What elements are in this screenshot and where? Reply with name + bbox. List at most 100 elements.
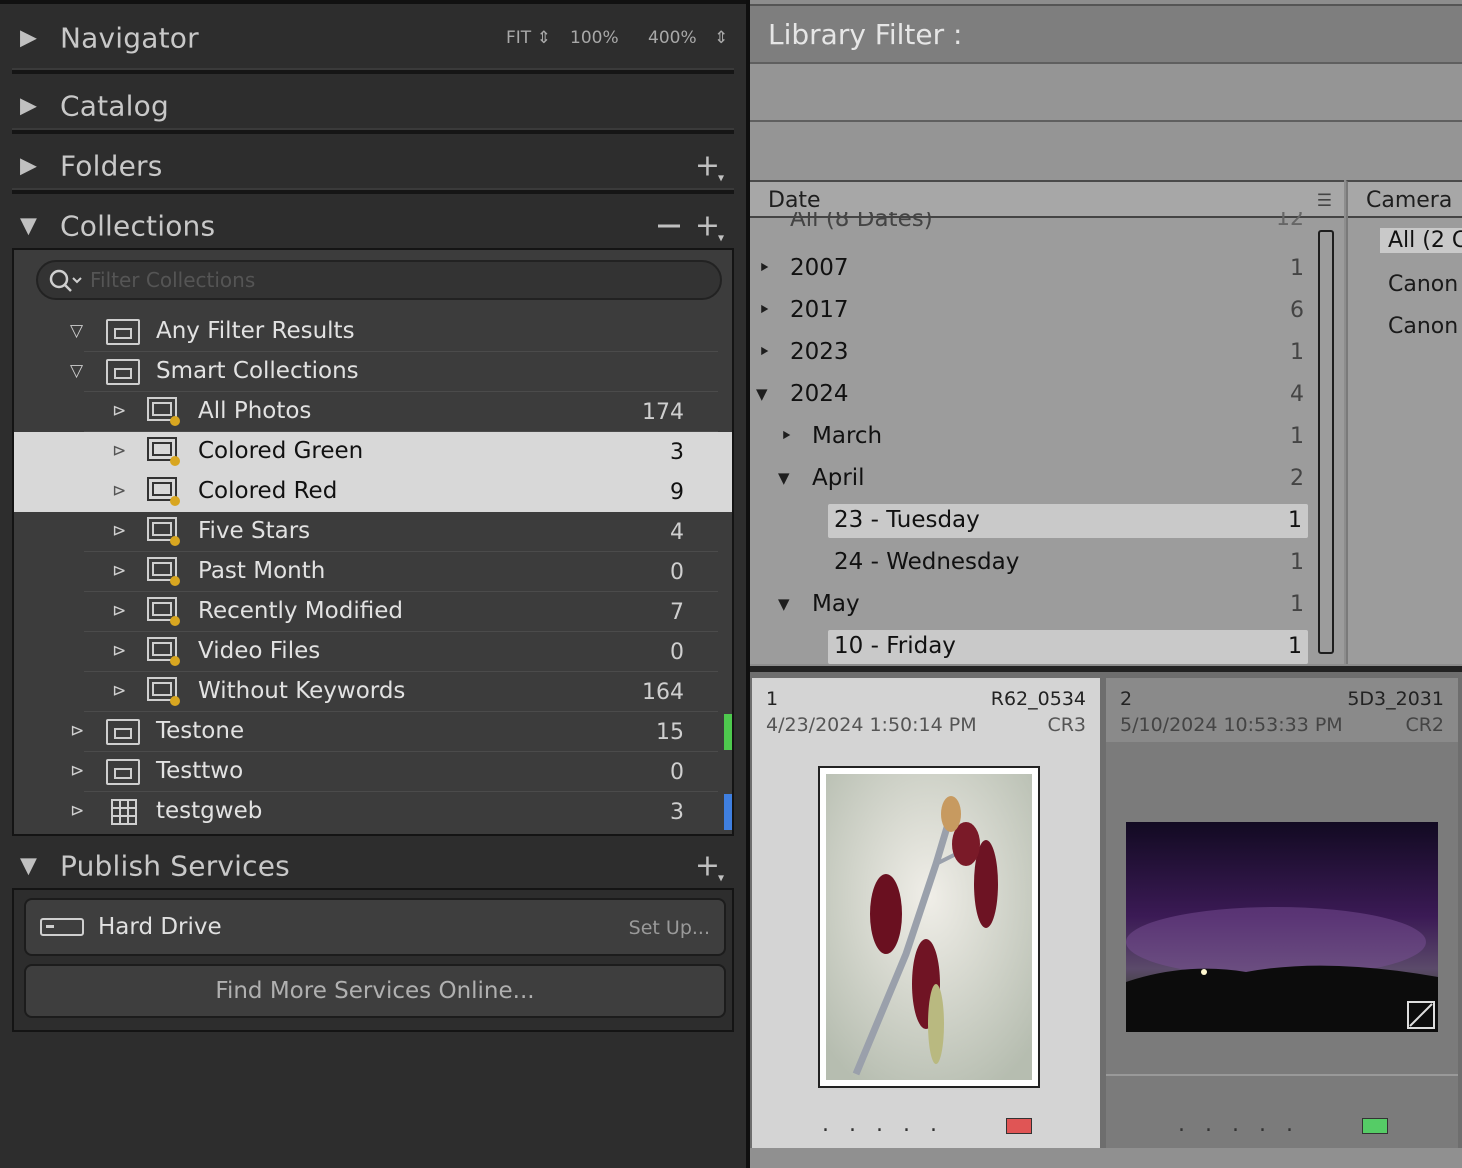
collection-testtwo[interactable]: ⊳ Testtwo 0 <box>14 752 732 792</box>
navigator-header[interactable]: ▶ Navigator FIT ⇕ 100% 400% ⇕ <box>0 8 746 68</box>
add-folder-icon[interactable]: +▾ <box>695 149 726 185</box>
collapse-triangle-icon[interactable]: ▼ <box>756 385 768 403</box>
catalog-header[interactable]: ▶ Catalog <box>0 76 746 136</box>
collection-label: Testtwo <box>156 758 244 784</box>
grid-cell-1[interactable]: 1 R62_0534 4/23/2024 1:50:14 PM CR3 ....… <box>752 678 1100 1154</box>
search-icon[interactable] <box>46 266 82 296</box>
filter-collections-input[interactable]: Filter Collections <box>36 260 722 300</box>
collections-title: Collections <box>60 209 216 243</box>
camera-column-header[interactable]: Camera <box>1348 182 1462 218</box>
zoom-400-option[interactable]: 400% <box>648 28 697 48</box>
collection-icon <box>106 719 140 745</box>
expand-triangle-icon[interactable]: ⊳ <box>112 681 126 701</box>
cell-index: 1 <box>766 688 779 710</box>
smart-collection-recently-modified[interactable]: ⊳ Recently Modified 7 <box>14 592 732 632</box>
expand-triangle-icon[interactable]: ▶ <box>20 26 37 51</box>
set-up-button[interactable]: Set Up... <box>629 917 710 939</box>
add-collection-icon[interactable]: +▾ <box>695 209 726 245</box>
collection-testone[interactable]: ⊳ Testone 15 <box>14 712 732 752</box>
camera-item[interactable]: Canon <box>1388 272 1458 297</box>
date-scrollbar[interactable] <box>1318 230 1334 654</box>
lightroom-library: ▶ Navigator FIT ⇕ 100% 400% ⇕ ▶ Catalog … <box>0 0 1462 1168</box>
date-count: 6 <box>1290 298 1304 323</box>
expand-triangle-icon[interactable]: ⊳ <box>112 481 126 501</box>
date-row-2023[interactable]: ⯈ 2023 1 <box>750 336 1310 370</box>
smart-collection-colored-red[interactable]: ⊳ Colored Red 9 <box>14 472 732 512</box>
collapse-triangle-icon[interactable]: ▼ <box>20 214 37 239</box>
smart-collection-past-month[interactable]: ⊳ Past Month 0 <box>14 552 732 592</box>
collapse-triangle-icon[interactable]: ▽ <box>70 321 83 341</box>
camera-filter-column: Camera All (2 C Canon Canon <box>1346 180 1462 664</box>
expand-triangle-icon[interactable]: ⯈ <box>758 301 770 319</box>
camera-item-all[interactable]: All (2 C <box>1380 228 1462 253</box>
expand-triangle-icon[interactable]: ⯈ <box>758 259 770 277</box>
filter-placeholder: Filter Collections <box>90 268 256 292</box>
date-row-all[interactable]: All (8 Dates) 12 <box>750 212 1310 236</box>
camera-item[interactable]: Canon <box>1388 314 1458 339</box>
date-row-24-wednesday[interactable]: 24 - Wednesday 1 <box>750 546 1310 580</box>
collection-set-any-filter-results[interactable]: ▽ Any Filter Results <box>14 312 732 352</box>
expand-triangle-icon[interactable]: ⊳ <box>112 401 126 421</box>
grid-cell-2[interactable]: 2 5D3_2031 5/10/2024 10:53:33 PM CR2 ...… <box>1106 678 1458 1154</box>
date-row-april[interactable]: ▼ April 2 <box>750 462 1310 496</box>
expand-triangle-icon[interactable]: ⊳ <box>112 521 126 541</box>
date-row-10-friday[interactable]: 10 - Friday 1 <box>828 630 1308 664</box>
collapse-triangle-icon[interactable]: ▽ <box>70 361 83 381</box>
date-row-2024[interactable]: ▼ 2024 4 <box>750 378 1310 412</box>
collection-set-smart-collections[interactable]: ▽ Smart Collections <box>14 352 732 392</box>
green-color-label[interactable] <box>1362 1118 1388 1134</box>
zoom-stepper-icon[interactable]: ⇕ <box>714 28 728 48</box>
expand-triangle-icon[interactable]: ⯈ <box>780 427 792 445</box>
smart-collection-video-files[interactable]: ⊳ Video Files 0 <box>14 632 732 672</box>
smart-collection-colored-green[interactable]: ⊳ Colored Green 3 <box>14 432 732 472</box>
smart-collection-icon <box>147 677 180 706</box>
publish-services-panel: Hard Drive Set Up... Find More Services … <box>12 888 734 1032</box>
date-row-2007[interactable]: ⯈ 2007 1 <box>750 252 1310 286</box>
zoom-fit-option[interactable]: FIT ⇕ <box>506 28 551 48</box>
thumbnail-grid: 1 R62_0534 4/23/2024 1:50:14 PM CR3 ....… <box>750 666 1462 1168</box>
expand-triangle-icon[interactable]: ⊳ <box>70 721 84 741</box>
date-row-23-tuesday[interactable]: 23 - Tuesday 1 <box>828 504 1308 538</box>
publish-services-header[interactable]: ▼ Publish Services +▾ <box>0 836 746 896</box>
rating-dots[interactable]: ..... <box>1178 1112 1313 1137</box>
add-publish-service-icon[interactable]: +▾ <box>695 849 726 885</box>
date-row-2017[interactable]: ⯈ 2017 6 <box>750 294 1310 328</box>
expand-triangle-icon[interactable]: ⊳ <box>112 561 126 581</box>
collection-testgweb[interactable]: ⊳ testgweb 3 <box>14 792 732 832</box>
folders-header[interactable]: ▶ Folders +▾ <box>0 136 746 196</box>
expand-triangle-icon[interactable]: ⊳ <box>70 801 84 821</box>
flower-thumbnail-image <box>826 774 1032 1080</box>
expand-triangle-icon[interactable]: ▶ <box>20 154 37 179</box>
expand-triangle-icon[interactable]: ⊳ <box>112 441 126 461</box>
collection-label: Five Stars <box>198 518 311 544</box>
aurora-thumbnail-image[interactable] <box>1126 822 1438 1032</box>
column-menu-icon[interactable]: ☰ <box>1317 191 1332 211</box>
expand-triangle-icon[interactable]: ▶ <box>20 94 37 119</box>
smart-collection-icon <box>147 437 180 466</box>
expand-triangle-icon[interactable]: ⊳ <box>112 641 126 661</box>
remove-collection-icon[interactable] <box>658 224 680 228</box>
collections-header[interactable]: ▼ Collections +▾ <box>0 196 746 256</box>
collapse-triangle-icon[interactable]: ▼ <box>778 595 790 613</box>
date-row-may[interactable]: ▼ May 1 <box>750 588 1310 622</box>
smart-collection-five-stars[interactable]: ⊳ Five Stars 4 <box>14 512 732 552</box>
smart-collection-icon <box>147 397 180 426</box>
smart-collection-all-photos[interactable]: ⊳ All Photos 174 <box>14 392 732 432</box>
date-count: 12 <box>1276 212 1304 231</box>
date-row-march[interactable]: ⯈ March 1 <box>750 420 1310 454</box>
date-label: 24 - Wednesday <box>834 549 1020 575</box>
expand-triangle-icon[interactable]: ⊳ <box>70 761 84 781</box>
expand-triangle-icon[interactable]: ⯈ <box>758 343 770 361</box>
collapse-triangle-icon[interactable]: ▼ <box>20 854 37 879</box>
thumbnail-frame[interactable] <box>818 766 1040 1088</box>
collapse-triangle-icon[interactable]: ▼ <box>778 469 790 487</box>
hard-drive-service[interactable]: Hard Drive Set Up... <box>24 898 726 956</box>
date-column-title: Date <box>768 188 821 213</box>
find-more-services-button[interactable]: Find More Services Online... <box>24 964 726 1018</box>
zoom-100-option[interactable]: 100% <box>570 28 619 48</box>
rating-dots[interactable]: ..... <box>822 1112 957 1137</box>
expand-triangle-icon[interactable]: ⊳ <box>112 601 126 621</box>
red-color-label[interactable] <box>1006 1118 1032 1134</box>
collection-label: Colored Green <box>198 438 364 464</box>
smart-collection-without-keywords[interactable]: ⊳ Without Keywords 164 <box>14 672 732 712</box>
